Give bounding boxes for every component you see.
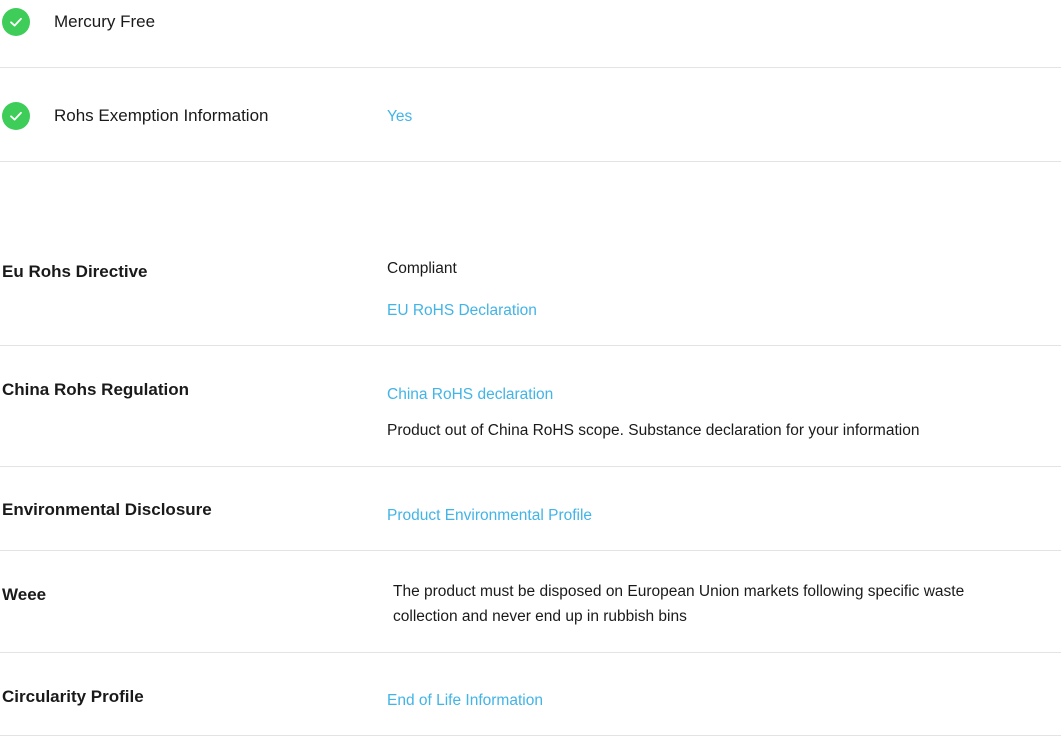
divider (0, 652, 1061, 653)
weee-label: Weee (2, 585, 47, 604)
circularity-profile-label: Circularity Profile (2, 687, 144, 706)
china-rohs-note: Product out of China RoHS scope. Substan… (387, 422, 920, 439)
divider (0, 67, 1061, 68)
eu-rohs-directive-label: Eu Rohs Directive (2, 262, 148, 281)
weee-text-line-1: The product must be disposed on European… (393, 583, 965, 600)
environmental-disclosure-label: Environmental Disclosure (2, 500, 212, 519)
china-rohs-regulation-label: China Rohs Regulation (2, 380, 189, 399)
eu-rohs-declaration-link[interactable]: EU RoHS Declaration (387, 302, 537, 320)
weee-text-line-2: collection and never end up in rubbish b… (393, 608, 687, 625)
feature-label-rohs-exemption: Rohs Exemption Information (54, 106, 269, 125)
checkmark-glyph (10, 111, 22, 121)
divider (0, 466, 1061, 467)
divider (0, 161, 1061, 162)
end-of-life-information-link[interactable]: End of Life Information (387, 692, 543, 710)
divider (0, 345, 1061, 346)
check-circle-icon (2, 8, 30, 36)
feature-label-mercury-free: Mercury Free (54, 12, 156, 31)
rohs-exemption-value-link[interactable]: Yes (387, 108, 412, 126)
product-environmental-profile-link[interactable]: Product Environmental Profile (387, 507, 592, 525)
divider (0, 735, 1061, 736)
eu-rohs-status: Compliant (387, 260, 457, 277)
checkmark-glyph (10, 17, 22, 27)
china-rohs-declaration-link[interactable]: China RoHS declaration (387, 386, 553, 404)
check-circle-icon (2, 102, 30, 130)
divider (0, 550, 1061, 551)
